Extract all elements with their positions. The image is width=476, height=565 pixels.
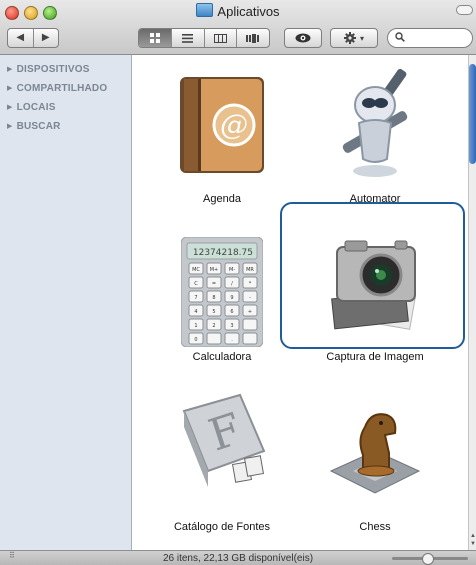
calculator-key [242, 318, 258, 331]
app-label: Agenda [203, 193, 241, 205]
calculator-key-label: = [212, 281, 216, 287]
icon-view-button[interactable] [139, 29, 171, 47]
sidebar-item-label: COMPARTILHADO [16, 83, 108, 94]
list-view-button[interactable] [170, 29, 204, 47]
app-label: Captura de Imagem [326, 351, 424, 363]
calculator-key-label: MR [246, 267, 254, 273]
app-automator[interactable]: Automator [300, 55, 450, 220]
app-chess[interactable]: Chess [300, 385, 450, 550]
disclosure-triangle-icon[interactable]: ▶ [7, 104, 13, 111]
app-label: Chess [359, 521, 391, 533]
list-view-icon [182, 33, 194, 43]
app-label: Calculadora [192, 351, 252, 363]
icon-view-icon [149, 33, 160, 43]
vertical-scrollbar[interactable]: ▲ ▼ [468, 55, 476, 550]
camera-icon [331, 240, 416, 330]
font-book-icon: F [182, 393, 266, 487]
slider-knob[interactable] [422, 553, 434, 565]
automator-robot-icon [342, 68, 408, 177]
calculator-key-label: - [249, 295, 251, 301]
disclosure-triangle-icon[interactable]: ▶ [7, 123, 13, 130]
scrollbar-thumb[interactable] [469, 64, 476, 164]
coverflow-view-icon [245, 33, 259, 43]
search-icon [395, 32, 405, 42]
window-title: Aplicativos [217, 4, 280, 19]
column-view-button[interactable] [203, 29, 237, 47]
status-bar: ⠿ 26 itens, 22,13 GB disponível(eis) [0, 550, 476, 565]
calculator-icon: 12374218.75 MC M+ M- MRC = / *7 8 9 -4 5 6 +1 2 30. [181, 237, 263, 347]
chess-knight-icon [329, 413, 421, 494]
view-mode-control [138, 28, 270, 48]
calculator-key-label: M+ [210, 267, 219, 273]
back-forward-control: ◀ ▶ [7, 28, 59, 48]
calculator-key-label: M- [229, 267, 235, 273]
calculator-key-label: 8 [212, 295, 215, 301]
scroll-up-arrow-icon[interactable]: ▲ [469, 533, 476, 539]
calculator-key-label: 2 [212, 323, 215, 329]
disclosure-triangle-icon[interactable]: ▶ [7, 66, 13, 73]
app-calculadora[interactable]: 12374218.75 MC M+ M- MR C = / * 7 8 9-4 5 6 +1 2 3 0. Ca… [147, 225, 297, 375]
toolbar-toggle-button[interactable] [456, 5, 473, 15]
sidebar-item-compartilhado[interactable]: ▶ COMPARTILHADO [7, 83, 107, 94]
sidebar-item-label: BUSCAR [16, 121, 61, 132]
forward-button[interactable]: ▶ [32, 29, 59, 47]
address-book-icon: @ [180, 77, 264, 173]
window-title-area: Aplicativos [0, 3, 476, 19]
calculator-key-label: 5 [212, 309, 215, 315]
chevron-down-icon: ▾ [359, 33, 364, 43]
calculator-key-label: 3 [230, 323, 233, 329]
calculator-key-label: 7 [194, 295, 197, 301]
disclosure-triangle-icon[interactable]: ▶ [7, 85, 13, 92]
title-toolbar: Aplicativos ◀ ▶ ▾ [0, 0, 476, 55]
back-button[interactable]: ◀ [8, 29, 33, 47]
calculator-key-label: 0 [194, 337, 197, 343]
sidebar-item-buscar[interactable]: ▶ BUSCAR [7, 121, 61, 132]
scroll-down-arrow-icon[interactable]: ▼ [469, 541, 476, 547]
sidebar-item-locais[interactable]: ▶ LOCAIS [7, 102, 56, 113]
calculator-key-label: 6 [230, 309, 233, 315]
column-view-icon [213, 33, 227, 43]
app-agenda[interactable]: @ Agenda [147, 55, 297, 220]
sidebar-item-dispositivos[interactable]: ▶ DISPOSITIVOS [7, 64, 90, 75]
action-menu-button[interactable]: ▾ [330, 28, 378, 48]
coverflow-view-button[interactable] [236, 29, 269, 47]
search-field[interactable] [387, 28, 473, 48]
calculator-key-label: + [248, 309, 252, 315]
icon-size-slider[interactable] [392, 553, 468, 565]
sidebar-item-label: LOCAIS [16, 102, 56, 113]
calculator-key [242, 332, 258, 345]
app-catalogo-de-fontes[interactable]: F Catálogo de Fontes [147, 385, 297, 550]
quick-look-button[interactable] [284, 28, 322, 48]
icon-grid: @ Agenda Automator 12374218.75 MC M+ M- … [132, 55, 468, 550]
calculator-key-label: 9 [230, 295, 233, 301]
calculator-key [206, 332, 222, 345]
eye-icon [295, 33, 311, 43]
folder-icon [196, 3, 214, 17]
sidebar-item-label: DISPOSITIVOS [16, 64, 90, 75]
app-label: Catálogo de Fontes [173, 521, 270, 533]
calculator-key-label: MC [192, 267, 200, 273]
gear-icon [343, 32, 356, 44]
calculator-display: 12374218.75 [193, 248, 253, 258]
svg-text:@: @ [220, 108, 248, 141]
calculator-key-label: 1 [194, 323, 197, 329]
calculator-key-label: C [194, 281, 198, 287]
finder-window: Aplicativos ◀ ▶ ▾ ▶ DISPOSITIVOS ▶ COMPA… [0, 0, 476, 565]
sidebar: ▶ DISPOSITIVOS ▶ COMPARTILHADO ▶ LOCAIS ▶ BU… [0, 55, 132, 550]
app-captura-de-imagem[interactable]: Captura de Imagem [280, 202, 465, 375]
calculator-key-label: 4 [194, 309, 197, 315]
